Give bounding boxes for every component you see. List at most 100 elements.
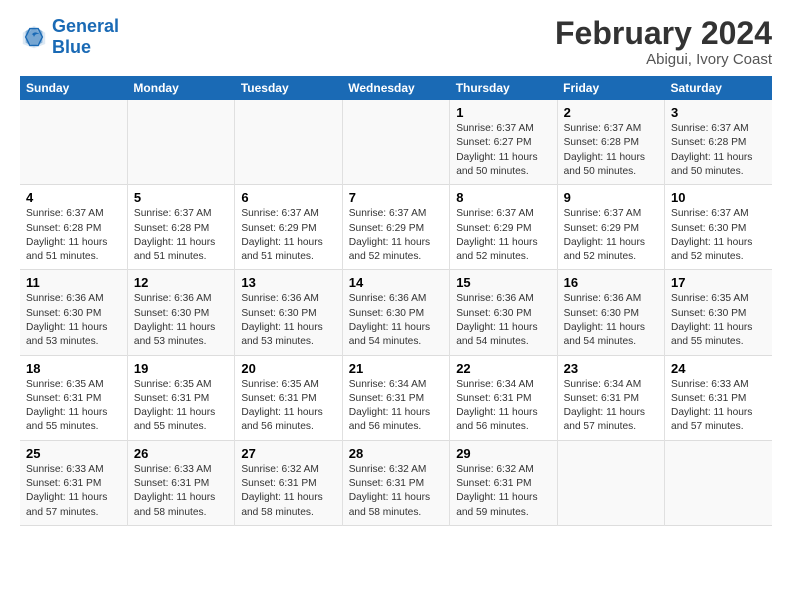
day-info: Sunrise: 6:37 AM Sunset: 6:28 PM Dayligh… bbox=[564, 122, 658, 179]
calendar-table: SundayMondayTuesdayWednesdayThursdayFrid… bbox=[20, 76, 772, 526]
day-cell bbox=[342, 100, 449, 185]
day-info: Sunrise: 6:37 AM Sunset: 6:28 PM Dayligh… bbox=[134, 207, 228, 264]
day-cell: 25 Sunrise: 6:33 AM Sunset: 6:31 PM Dayli… bbox=[20, 440, 127, 525]
day-info: Sunrise: 6:34 AM Sunset: 6:31 PM Dayligh… bbox=[349, 378, 443, 435]
title-block: February 2024 Abigui, Ivory Coast bbox=[555, 16, 772, 68]
day-number: 18 bbox=[26, 361, 121, 376]
header-cell: Monday bbox=[127, 76, 234, 100]
day-info: Sunrise: 6:35 AM Sunset: 6:31 PM Dayligh… bbox=[134, 378, 228, 435]
day-cell: 28 Sunrise: 6:32 AM Sunset: 6:31 PM Dayli… bbox=[342, 440, 449, 525]
day-info: Sunrise: 6:36 AM Sunset: 6:30 PM Dayligh… bbox=[134, 292, 228, 349]
day-number: 2 bbox=[564, 105, 658, 120]
day-number: 13 bbox=[241, 275, 335, 290]
day-cell: 15Sunrise: 6:36 AM Sunset: 6:30 PM Dayli… bbox=[450, 270, 557, 355]
day-info: Sunrise: 6:37 AM Sunset: 6:30 PM Dayligh… bbox=[671, 207, 766, 264]
day-number: 10 bbox=[671, 190, 766, 205]
day-cell: 10 Sunrise: 6:37 AM Sunset: 6:30 PM Dayli… bbox=[665, 185, 772, 270]
day-number: 4 bbox=[26, 190, 121, 205]
day-info: Sunrise: 6:37 AM Sunset: 6:29 PM Dayligh… bbox=[349, 207, 443, 264]
day-cell: 14 Sunrise: 6:36 AM Sunset: 6:30 PM Dayli… bbox=[342, 270, 449, 355]
day-info: Sunrise: 6:32 AM Sunset: 6:31 PM Dayligh… bbox=[349, 463, 443, 520]
day-cell: 8 Sunrise: 6:37 AM Sunset: 6:29 PM Daylig… bbox=[450, 185, 557, 270]
header-cell: Tuesday bbox=[235, 76, 342, 100]
day-info: Sunrise: 6:35 AM Sunset: 6:31 PM Dayligh… bbox=[26, 378, 121, 435]
day-number: 26 bbox=[134, 446, 228, 461]
day-info: Sunrise: 6:37 AM Sunset: 6:28 PM Dayligh… bbox=[26, 207, 121, 264]
day-cell: 29 Sunrise: 6:32 AM Sunset: 6:31 PM Dayli… bbox=[450, 440, 557, 525]
day-number: 17 bbox=[671, 275, 766, 290]
day-cell: 13 Sunrise: 6:36 AM Sunset: 6:30 PM Dayli… bbox=[235, 270, 342, 355]
week-row: 18 Sunrise: 6:35 AM Sunset: 6:31 PM Dayli… bbox=[20, 355, 772, 440]
week-row: 4 Sunrise: 6:37 AM Sunset: 6:28 PM Daylig… bbox=[20, 185, 772, 270]
day-number: 20 bbox=[241, 361, 335, 376]
day-cell bbox=[235, 100, 342, 185]
day-number: 29 bbox=[456, 446, 550, 461]
day-number: 7 bbox=[349, 190, 443, 205]
day-info: Sunrise: 6:36 AM Sunset: 6:30 PM Dayligh… bbox=[349, 292, 443, 349]
day-cell: 24 Sunrise: 6:33 AM Sunset: 6:31 PM Dayli… bbox=[665, 355, 772, 440]
day-cell: 17Sunrise: 6:35 AM Sunset: 6:30 PM Dayli… bbox=[665, 270, 772, 355]
day-info: Sunrise: 6:36 AM Sunset: 6:30 PM Dayligh… bbox=[241, 292, 335, 349]
header-cell: Saturday bbox=[665, 76, 772, 100]
day-info: Sunrise: 6:37 AM Sunset: 6:28 PM Dayligh… bbox=[671, 122, 766, 179]
day-cell: 9Sunrise: 6:37 AM Sunset: 6:29 PM Daylig… bbox=[557, 185, 664, 270]
day-number: 24 bbox=[671, 361, 766, 376]
day-info: Sunrise: 6:33 AM Sunset: 6:31 PM Dayligh… bbox=[134, 463, 228, 520]
day-cell: 19 Sunrise: 6:35 AM Sunset: 6:31 PM Dayli… bbox=[127, 355, 234, 440]
logo-text: General Blue bbox=[52, 16, 119, 57]
day-cell: 16Sunrise: 6:36 AM Sunset: 6:30 PM Dayli… bbox=[557, 270, 664, 355]
day-cell: 3Sunrise: 6:37 AM Sunset: 6:28 PM Daylig… bbox=[665, 100, 772, 185]
day-number: 11 bbox=[26, 275, 121, 290]
week-row: 11 Sunrise: 6:36 AM Sunset: 6:30 PM Dayli… bbox=[20, 270, 772, 355]
day-info: Sunrise: 6:32 AM Sunset: 6:31 PM Dayligh… bbox=[241, 463, 335, 520]
day-info: Sunrise: 6:37 AM Sunset: 6:29 PM Dayligh… bbox=[241, 207, 335, 264]
day-cell: 27 Sunrise: 6:32 AM Sunset: 6:31 PM Dayli… bbox=[235, 440, 342, 525]
day-number: 25 bbox=[26, 446, 121, 461]
day-number: 8 bbox=[456, 190, 550, 205]
day-info: Sunrise: 6:36 AM Sunset: 6:30 PM Dayligh… bbox=[26, 292, 121, 349]
day-info: Sunrise: 6:32 AM Sunset: 6:31 PM Dayligh… bbox=[456, 463, 550, 520]
header-cell: Thursday bbox=[450, 76, 557, 100]
day-number: 23 bbox=[564, 361, 658, 376]
header: General Blue February 2024 Abigui, Ivory… bbox=[20, 16, 772, 68]
logo-icon bbox=[20, 23, 48, 51]
day-cell: 11 Sunrise: 6:36 AM Sunset: 6:30 PM Dayli… bbox=[20, 270, 127, 355]
day-cell bbox=[665, 440, 772, 525]
day-number: 22 bbox=[456, 361, 550, 376]
day-number: 21 bbox=[349, 361, 443, 376]
day-cell: 2 Sunrise: 6:37 AM Sunset: 6:28 PM Daylig… bbox=[557, 100, 664, 185]
day-info: Sunrise: 6:33 AM Sunset: 6:31 PM Dayligh… bbox=[26, 463, 121, 520]
day-number: 5 bbox=[134, 190, 228, 205]
day-number: 27 bbox=[241, 446, 335, 461]
day-number: 19 bbox=[134, 361, 228, 376]
day-cell: 7 Sunrise: 6:37 AM Sunset: 6:29 PM Daylig… bbox=[342, 185, 449, 270]
header-cell: Friday bbox=[557, 76, 664, 100]
day-info: Sunrise: 6:37 AM Sunset: 6:29 PM Dayligh… bbox=[456, 207, 550, 264]
day-cell: 26 Sunrise: 6:33 AM Sunset: 6:31 PM Dayli… bbox=[127, 440, 234, 525]
day-cell bbox=[557, 440, 664, 525]
day-cell: 18 Sunrise: 6:35 AM Sunset: 6:31 PM Dayli… bbox=[20, 355, 127, 440]
sub-title: Abigui, Ivory Coast bbox=[555, 51, 772, 68]
day-cell: 20Sunrise: 6:35 AM Sunset: 6:31 PM Dayli… bbox=[235, 355, 342, 440]
header-cell: Wednesday bbox=[342, 76, 449, 100]
day-cell: 1Sunrise: 6:37 AM Sunset: 6:27 PM Daylig… bbox=[450, 100, 557, 185]
day-cell bbox=[20, 100, 127, 185]
day-info: Sunrise: 6:36 AM Sunset: 6:30 PM Dayligh… bbox=[456, 292, 550, 349]
day-cell: 23Sunrise: 6:34 AM Sunset: 6:31 PM Dayli… bbox=[557, 355, 664, 440]
day-cell: 4 Sunrise: 6:37 AM Sunset: 6:28 PM Daylig… bbox=[20, 185, 127, 270]
header-row: SundayMondayTuesdayWednesdayThursdayFrid… bbox=[20, 76, 772, 100]
day-info: Sunrise: 6:34 AM Sunset: 6:31 PM Dayligh… bbox=[456, 378, 550, 435]
day-cell: 21 Sunrise: 6:34 AM Sunset: 6:31 PM Dayli… bbox=[342, 355, 449, 440]
day-cell: 6 Sunrise: 6:37 AM Sunset: 6:29 PM Daylig… bbox=[235, 185, 342, 270]
page: General Blue February 2024 Abigui, Ivory… bbox=[0, 0, 792, 536]
day-number: 14 bbox=[349, 275, 443, 290]
day-cell: 22 Sunrise: 6:34 AM Sunset: 6:31 PM Dayli… bbox=[450, 355, 557, 440]
day-cell bbox=[127, 100, 234, 185]
week-row: 1Sunrise: 6:37 AM Sunset: 6:27 PM Daylig… bbox=[20, 100, 772, 185]
day-number: 28 bbox=[349, 446, 443, 461]
day-number: 9 bbox=[564, 190, 658, 205]
day-number: 1 bbox=[456, 105, 550, 120]
day-number: 16 bbox=[564, 275, 658, 290]
day-number: 6 bbox=[241, 190, 335, 205]
day-info: Sunrise: 6:33 AM Sunset: 6:31 PM Dayligh… bbox=[671, 378, 766, 435]
